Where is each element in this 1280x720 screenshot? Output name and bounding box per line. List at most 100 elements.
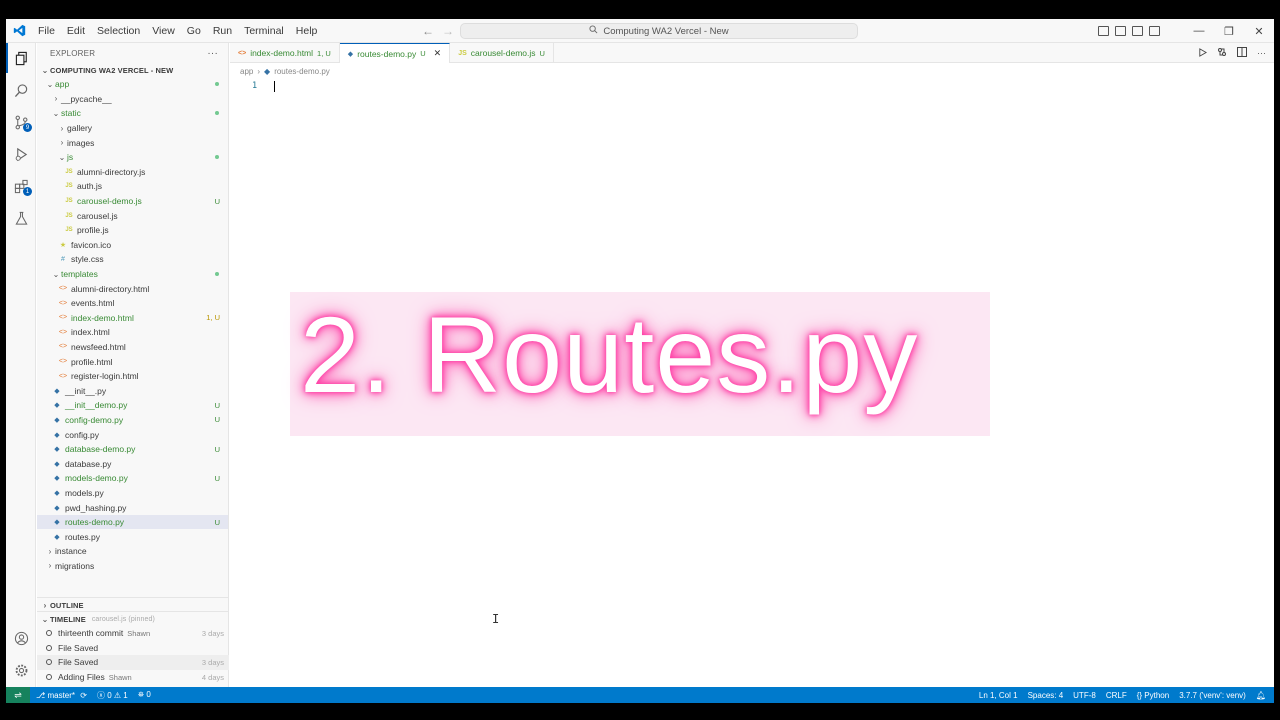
run-python-file-icon[interactable]	[1198, 47, 1208, 59]
timeline-header[interactable]: ⌄ TIMELINE carousel.js (pinned)	[37, 612, 229, 626]
file-item[interactable]: JS carousel-demo.js U	[37, 194, 228, 209]
file-item[interactable]: JS carousel.js	[37, 208, 228, 223]
tree-item-label: database.py	[65, 458, 112, 469]
code-editor[interactable]: 1	[230, 79, 1274, 687]
menu-view[interactable]: View	[146, 19, 181, 43]
source-control-icon[interactable]: 9	[6, 107, 36, 137]
workspace-section-header[interactable]: ⌄ COMPUTING WA2 VERCEL - NEW	[37, 63, 228, 77]
testing-flask-icon[interactable]	[6, 203, 36, 233]
file-item[interactable]: <> alumni-directory.html	[37, 281, 228, 296]
indentation[interactable]: Spaces: 4	[1028, 691, 1064, 700]
folder-item[interactable]: ⌄ static	[37, 106, 228, 121]
file-item[interactable]: ◆ routes-demo.py U	[37, 514, 228, 530]
toggle-primary-sidebar-icon[interactable]	[1098, 26, 1109, 36]
menu-help[interactable]: Help	[290, 19, 324, 43]
forward-arrow-icon[interactable]: →	[442, 24, 454, 38]
timeline-item[interactable]: File Saved	[37, 641, 229, 656]
folder-item[interactable]: ⌄ app	[37, 77, 228, 92]
customize-layout-icon[interactable]	[1149, 26, 1160, 36]
minimize-button[interactable]: —	[1184, 25, 1214, 37]
file-item[interactable]: ◆ database.py	[37, 456, 228, 471]
toggle-secondary-sidebar-icon[interactable]	[1132, 26, 1143, 36]
file-item[interactable]: <> events.html	[37, 296, 228, 311]
end-of-line[interactable]: CRLF	[1106, 691, 1127, 700]
git-status-decoration: U	[214, 473, 220, 483]
timeline-item[interactable]: File Saved 3 days	[37, 655, 229, 670]
folder-item[interactable]: › instance	[37, 544, 228, 559]
file-item[interactable]: ★ favicon.ico	[37, 238, 228, 253]
file-item[interactable]: ◆ models.py	[37, 486, 228, 501]
tab-routes-demo-py[interactable]: ◆ routes-demo.py U ✕	[339, 43, 451, 63]
folder-item[interactable]: › __pycache__	[37, 92, 228, 107]
more-actions-icon[interactable]: ···	[1257, 48, 1266, 58]
back-arrow-icon[interactable]: ←	[422, 24, 434, 38]
menu-run[interactable]: Run	[207, 19, 238, 43]
close-window-button[interactable]: ✕	[1244, 25, 1274, 38]
file-item[interactable]: JS profile.js	[37, 223, 228, 238]
timeline-title: TIMELINE	[50, 614, 86, 624]
file-item[interactable]: <> index-demo.html 1, U	[37, 311, 228, 326]
close-tab-icon[interactable]: ✕	[434, 48, 442, 59]
timeline-item[interactable]: Adding Files Shawn 4 days	[37, 670, 229, 685]
toggle-panel-icon[interactable]	[1115, 26, 1126, 36]
encoding[interactable]: UTF-8	[1073, 691, 1096, 700]
folder-item[interactable]: › gallery	[37, 121, 228, 136]
file-item[interactable]: # style.css	[37, 252, 228, 267]
tree-item-label: templates	[61, 269, 98, 280]
breadcrumb-folder[interactable]: app	[240, 67, 253, 76]
breadcrumb-file[interactable]: routes-demo.py	[274, 67, 330, 76]
outline-section[interactable]: › OUTLINE	[37, 597, 229, 612]
language-mode[interactable]: {} Python	[1137, 691, 1169, 700]
run-and-debug-icon[interactable]	[6, 139, 36, 169]
explorer-icon[interactable]	[6, 43, 36, 73]
folder-item[interactable]: ⌄ js	[37, 150, 228, 165]
navigation-arrows: ← →	[422, 19, 454, 43]
python-file-icon: ◆	[54, 387, 60, 395]
file-item[interactable]: JS auth.js	[37, 179, 228, 194]
file-item[interactable]: ◆ __init__demo.py U	[37, 398, 228, 413]
file-item[interactable]: ◆ models-demo.py U	[37, 471, 228, 486]
file-item[interactable]: ◆ pwd_hashing.py	[37, 500, 228, 515]
menu-edit[interactable]: Edit	[61, 19, 91, 43]
more-actions-icon[interactable]: ···	[207, 48, 218, 59]
folder-item[interactable]: › images	[37, 135, 228, 150]
tab-carousel-demo-js[interactable]: JS carousel-demo.js U	[450, 43, 554, 63]
tab-index-demo-html[interactable]: <> index-demo.html 1, U	[230, 43, 340, 63]
python-interpreter[interactable]: 3.7.7 ('venv': venv)	[1179, 691, 1246, 700]
cursor-position[interactable]: Ln 1, Col 1	[979, 691, 1018, 700]
file-item[interactable]: ◆ config-demo.py U	[37, 413, 228, 428]
extensions-icon[interactable]: 1	[6, 171, 36, 201]
remote-indicator-icon[interactable]: ⇌	[6, 687, 30, 703]
restore-button[interactable]: ❐	[1214, 25, 1244, 38]
split-editor-icon[interactable]	[1237, 47, 1247, 59]
file-item[interactable]: <> register-login.html	[37, 369, 228, 384]
file-item[interactable]: <> index.html	[37, 325, 228, 340]
settings-gear-icon[interactable]	[6, 655, 36, 685]
file-item[interactable]: <> newsfeed.html	[37, 340, 228, 355]
branch-indicator[interactable]: ⎇ master* ⟳	[36, 691, 87, 700]
menu-file[interactable]: File	[32, 19, 61, 43]
file-item[interactable]: JS alumni-directory.js	[37, 165, 228, 180]
open-changes-icon[interactable]	[1217, 47, 1227, 59]
ports-indicator[interactable]: ⛯ 0	[138, 690, 151, 700]
menu-go[interactable]: Go	[181, 19, 207, 43]
search-icon[interactable]	[6, 75, 36, 105]
accounts-icon[interactable]	[6, 623, 36, 653]
file-tree: ⌄ app › __pycache__ ⌄ static › gallery › images ⌄ j…	[37, 77, 228, 573]
file-item[interactable]: ◆ __init__.py	[37, 383, 228, 398]
tree-item-label: carousel-demo.js	[77, 196, 142, 207]
timeline-item[interactable]: thirteenth commit Shawn 3 days	[37, 626, 229, 641]
python-file-icon: ◆	[347, 50, 354, 58]
file-item[interactable]: ◆ config.py	[37, 427, 228, 442]
command-center[interactable]: Computing WA2 Vercel - New	[460, 23, 858, 39]
file-item[interactable]: ◆ database-demo.py U	[37, 442, 228, 457]
menu-selection[interactable]: Selection	[91, 19, 146, 43]
problems-indicator[interactable]: ⓧ 0 ⚠ 1	[97, 690, 128, 701]
folder-item[interactable]: ⌄ templates	[37, 267, 228, 282]
workspace-title: COMPUTING WA2 VERCEL - NEW	[50, 65, 174, 75]
file-item[interactable]: ◆ routes.py	[37, 529, 228, 544]
folder-item[interactable]: › migrations	[37, 559, 228, 574]
menu-terminal[interactable]: Terminal	[238, 19, 290, 43]
file-item[interactable]: <> profile.html	[37, 354, 228, 369]
notifications-bell-icon[interactable]: 🔔︎	[1256, 691, 1266, 700]
